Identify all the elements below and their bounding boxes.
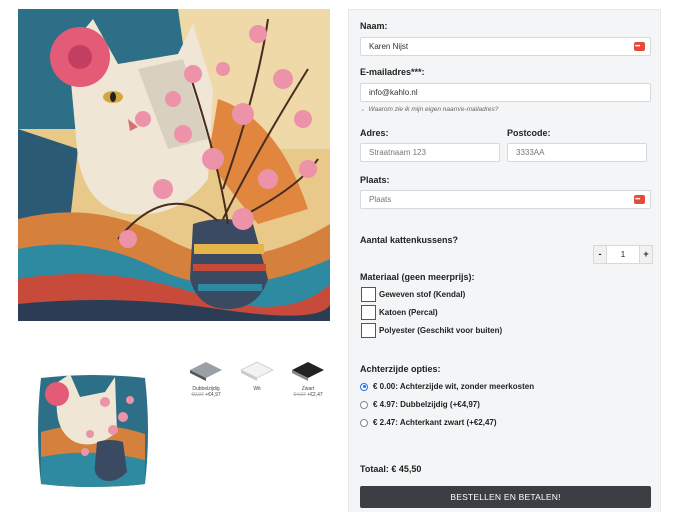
quantity-minus-button[interactable]: -	[593, 245, 607, 264]
autofill-icon[interactable]	[634, 192, 645, 209]
back-option-label: € 0.00: Achterzijde wit, zonder meerkost…	[373, 382, 535, 391]
city-field[interactable]: Plaats	[360, 190, 651, 209]
postcode-field[interactable]: 3333AA	[507, 143, 647, 162]
material-option-label: Polyester (Geschikt voor buiten)	[379, 326, 503, 335]
email-label: E-mailadres***:	[360, 67, 425, 77]
variant-dubbelzijdig[interactable]: Dubbelzijdig €9,97 +€4,97	[180, 358, 232, 404]
variant-wit[interactable]: Wit	[231, 358, 283, 404]
quantity-input[interactable]: 1	[607, 245, 639, 264]
radio-button[interactable]	[360, 400, 368, 409]
address-field[interactable]: Straatnaam 123	[360, 143, 500, 162]
address-label: Adres:	[360, 128, 389, 138]
email-hint[interactable]: ⌄ Waarom zie ik mijn eigen naam/e-mailadr…	[360, 105, 498, 113]
variant-price: €9,97 +€4,97	[191, 392, 221, 398]
radio-button[interactable]	[360, 382, 368, 391]
material-option-label: Katoen (Percal)	[379, 308, 438, 317]
autofill-icon[interactable]	[634, 39, 645, 56]
pillow-image	[38, 374, 148, 487]
name-field[interactable]: Karen Nijst	[360, 37, 651, 56]
material-checkbox-kendal[interactable]	[361, 287, 376, 302]
back-option-label: € 4.97: Dubbelzijdig (+€4,97)	[373, 400, 480, 409]
radio-button[interactable]	[360, 418, 368, 427]
name-value: Karen Nijst	[369, 42, 409, 51]
city-label: Plaats:	[360, 175, 390, 185]
back-option-double[interactable]: € 4.97: Dubbelzijdig (+€4,97)	[360, 400, 480, 409]
variant-price: €4,97 +€2,47	[293, 392, 323, 398]
order-form: Naam: Karen Nijst E-mailadres***: info@k…	[348, 9, 661, 512]
back-option-label: € 2.47: Achterkant zwart (+€2,47)	[373, 418, 497, 427]
product-artwork	[18, 9, 330, 321]
email-field[interactable]: info@kahlo.nl	[360, 83, 651, 102]
material-label: Materiaal (geen meerprijs):	[360, 272, 475, 282]
page: Dubbelzijdig €9,97 +€4,97 Wit Zwart €4,9…	[0, 0, 700, 512]
city-placeholder: Plaats	[369, 195, 392, 204]
postcode-label: Postcode:	[507, 128, 551, 138]
variant-label: Wit	[253, 386, 261, 392]
material-checkbox-percal[interactable]	[361, 305, 376, 320]
back-option-white[interactable]: € 0.00: Achterzijde wit, zonder meerkost…	[360, 382, 534, 391]
address-placeholder: Straatnaam 123	[369, 148, 426, 157]
quantity-label: Aantal kattenkussens?	[360, 235, 459, 245]
order-and-pay-button[interactable]: BESTELLEN EN BETALEN!	[360, 486, 651, 508]
material-checkbox-polyester[interactable]	[361, 323, 376, 338]
variant-image	[180, 360, 232, 386]
back-options-label: Achterzijde opties:	[360, 364, 441, 374]
postcode-placeholder: 3333AA	[516, 148, 545, 157]
info-icon: ⌄	[360, 106, 366, 113]
material-option-label: Geweven stof (Kendal)	[379, 290, 466, 299]
pillow-thumbnail[interactable]	[35, 372, 151, 490]
order-total: Totaal: € 45,50	[360, 464, 422, 474]
variant-image	[282, 360, 334, 386]
back-option-black[interactable]: € 2.47: Achterkant zwart (+€2,47)	[360, 418, 497, 427]
name-label: Naam:	[360, 21, 388, 31]
variant-zwart[interactable]: Zwart €4,97 +€2,47	[282, 358, 334, 404]
email-value: info@kahlo.nl	[369, 88, 418, 97]
cat-blossom-painting	[18, 9, 330, 321]
quantity-stepper: - 1 +	[593, 245, 653, 264]
variant-image	[231, 360, 283, 386]
quantity-plus-button[interactable]: +	[639, 245, 653, 264]
